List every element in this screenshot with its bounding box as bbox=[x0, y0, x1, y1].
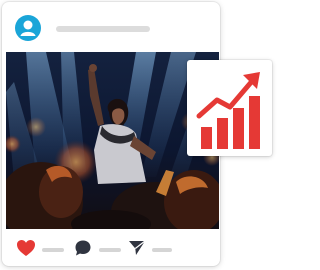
username-placeholder-bar bbox=[56, 26, 150, 32]
comment-bubble-icon[interactable] bbox=[74, 239, 92, 262]
bar-chart-growth-icon bbox=[196, 72, 260, 149]
share-count-placeholder bbox=[152, 248, 172, 252]
heart-icon[interactable] bbox=[16, 239, 36, 262]
post-action-bar bbox=[2, 230, 220, 266]
like-count-placeholder bbox=[42, 248, 64, 252]
comment-count-placeholder bbox=[99, 248, 121, 252]
social-media-illustration bbox=[0, 0, 275, 270]
send-arrow-icon[interactable] bbox=[128, 239, 146, 262]
growth-chart-card bbox=[187, 60, 272, 156]
user-avatar-icon[interactable] bbox=[15, 15, 41, 41]
post-header bbox=[2, 2, 220, 52]
